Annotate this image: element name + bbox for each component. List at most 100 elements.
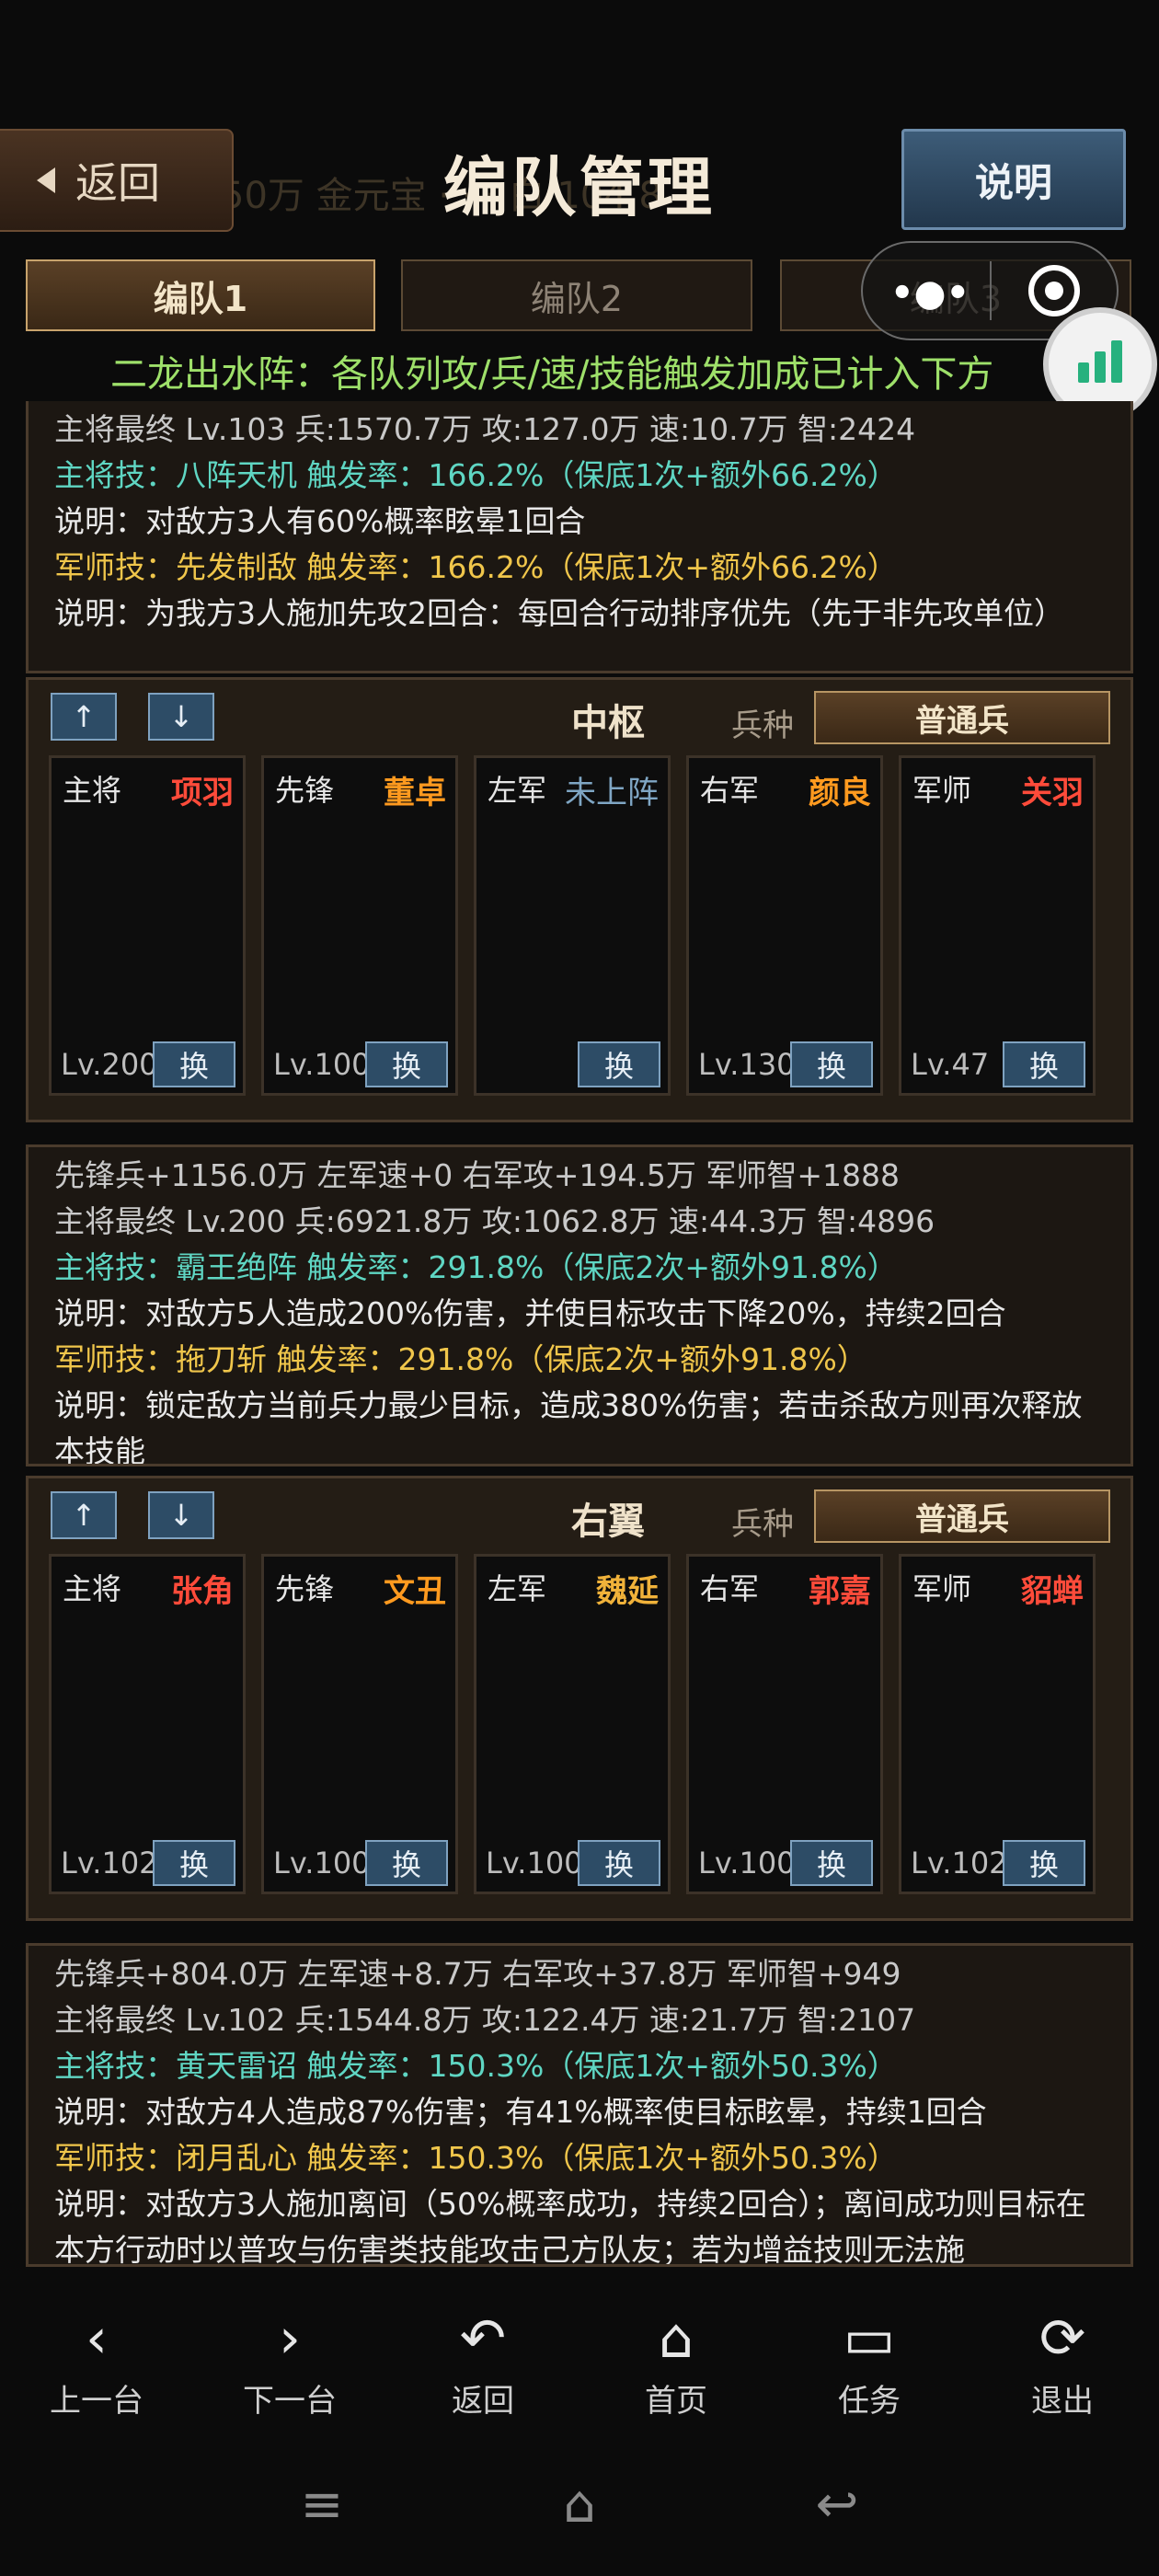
page-title: 编队管理 [443, 150, 716, 225]
general-level: Lv.102 [61, 1846, 153, 1880]
nav-label: 首页 [645, 2383, 707, 2420]
back-button[interactable]: 返回 [0, 129, 234, 232]
skill-desc-line: 说明：为我方3人施加先攻2回合：每回合行动排序优先（先于非先攻单位） [54, 595, 1064, 631]
general-slot[interactable]: 先锋 董卓 Lv.100 换 [261, 755, 458, 1096]
swap-button[interactable]: 换 [790, 1041, 873, 1087]
nav-label: 返回 [452, 2383, 514, 2420]
slot-role: 军师 [912, 773, 972, 808]
capsule-divider [990, 261, 992, 320]
general-name: 董卓 [384, 775, 446, 811]
close-target-dot [1045, 282, 1063, 300]
stat-line: 主将最终 Lv.102 兵:1544.8万 攻:122.4万 速:21.7万 智… [54, 2002, 916, 2038]
advisor-skill-line: 军师技：先发制敌 触发率：166.2%（保底1次+额外66.2%） [54, 549, 898, 585]
troop-type-button[interactable]: 普通兵 [814, 1489, 1110, 1543]
troop-type-label: 兵种 [731, 1506, 794, 1543]
general-slot[interactable]: 左军 未上阵 换 [474, 755, 671, 1096]
slot-role: 先锋 [275, 1571, 335, 1606]
nav-tasks[interactable]: ▭ 任务 [773, 2302, 966, 2440]
general-slot[interactable]: 军师 关羽 Lv.47 换 [899, 755, 1096, 1096]
system-home-icon[interactable]: ⌂ [524, 2475, 635, 2548]
advisor-skill-line: 军师技：闭月乱心 触发率：150.3%（保底1次+额外50.3%） [54, 2140, 898, 2176]
stat-line: 主将最终 Lv.103 兵:1570.7万 攻:127.0万 速:10.7万 智… [54, 411, 916, 447]
general-name: 文丑 [384, 1573, 446, 1610]
formation-banner: 二龙出水阵：各队列攻/兵/速/技能触发加成已计入下方 [110, 353, 994, 396]
tab-squad-2[interactable]: 编队2 [401, 259, 752, 331]
bonus-line: 先锋兵+1156.0万 左军速+0 右军攻+194.5万 军师智+1888 [54, 1157, 900, 1193]
stats-bar [1078, 362, 1089, 383]
main-skill-line: 主将技：黄天雷诏 触发率：150.3%（保底1次+额外50.3%） [54, 2048, 898, 2084]
move-up-button[interactable]: ↑ [51, 1491, 117, 1539]
slot-role: 右军 [700, 1571, 760, 1606]
home-icon: ⌂ [658, 2306, 694, 2371]
bonus-line: 先锋兵+804.0万 左军速+8.7万 右军攻+37.8万 军师智+949 [54, 1956, 901, 1992]
more-dots-icon[interactable]: •●• [890, 272, 973, 315]
move-up-button[interactable]: ↑ [51, 693, 117, 741]
stat-line: 主将最终 Lv.200 兵:6921.8万 攻:1062.8万 速:44.3万 … [54, 1203, 935, 1239]
skill-desc-line: 说明：对敌方3人施加离间（50%概率成功，持续2回合）；离间成功则目标在本方行动… [54, 2186, 1086, 2267]
chevron-right-icon: › [279, 2306, 301, 2371]
slot-role: 军师 [912, 1571, 972, 1606]
general-level: Lv.47 [911, 1047, 990, 1082]
general-name: 未上阵 [565, 775, 659, 811]
general-name: 郭嘉 [809, 1573, 871, 1610]
skill-desc-line: 说明：对敌方4人造成87%伤害；有41%概率使目标眩晕，持续1回合 [54, 2094, 987, 2130]
troop-type-button[interactable]: 普通兵 [814, 691, 1110, 744]
general-slot[interactable]: 先锋 文丑 Lv.100 换 [261, 1554, 458, 1894]
swap-button[interactable]: 换 [1003, 1041, 1085, 1087]
general-level: Lv.102 [911, 1846, 1003, 1880]
stats-bar [1111, 340, 1122, 383]
swap-button[interactable]: 换 [1003, 1840, 1085, 1886]
swap-button[interactable]: 换 [153, 1840, 235, 1886]
general-slot[interactable]: 主将 张角 Lv.102 换 [49, 1554, 246, 1894]
main-skill-line: 主将技：霸王绝阵 触发率：291.8%（保底2次+额外91.8%） [54, 1249, 898, 1285]
exit-icon: ⟳ [1039, 2306, 1086, 2371]
general-level: Lv.200 [61, 1047, 153, 1082]
swap-button[interactable]: 换 [365, 1041, 448, 1087]
general-slot[interactable]: 右军 颜良 Lv.130 换 [686, 755, 883, 1096]
back-button-label: 返回 [75, 158, 160, 208]
skill-desc-line: 说明：对敌方5人造成200%伤害，并使目标攻击下降20%，持续2回合 [54, 1295, 1006, 1331]
general-level: Lv.100 [486, 1846, 578, 1880]
nav-next[interactable]: › 下一台 [193, 2302, 386, 2440]
general-slot[interactable]: 军师 貂蝉 Lv.102 换 [899, 1554, 1096, 1894]
swap-button[interactable]: 换 [365, 1840, 448, 1886]
general-slot[interactable]: 右军 郭嘉 Lv.100 换 [686, 1554, 883, 1894]
squad-title: 中枢 [571, 702, 645, 744]
move-down-button[interactable]: ↓ [148, 693, 214, 741]
squad-right-wing: ↑ ↓ 右翼 兵种 普通兵 主将 张角 Lv.102 换 先锋 文丑 Lv.10… [26, 1476, 1133, 1921]
nav-label: 下一台 [243, 2383, 337, 2420]
general-level: Lv.100 [273, 1047, 365, 1082]
swap-button[interactable]: 换 [578, 1041, 660, 1087]
tab-squad-1[interactable]: 编队1 [26, 259, 375, 331]
swap-button[interactable]: 换 [153, 1041, 235, 1087]
system-menu-icon[interactable]: ≡ [267, 2475, 377, 2548]
advisor-skill-line: 军师技：拖刀斩 触发率：291.8%（保底2次+额外91.8%） [54, 1341, 867, 1377]
nav-exit[interactable]: ⟳ 退出 [966, 2302, 1159, 2440]
slot-role: 先锋 [275, 773, 335, 808]
nav-label: 任务 [838, 2383, 901, 2420]
squad-stats-panel-top: 主将最终 Lv.103 兵:1570.7万 攻:127.0万 速:10.7万 智… [26, 401, 1133, 673]
system-back-icon[interactable]: ↩ [782, 2475, 892, 2548]
general-name: 貂蝉 [1021, 1573, 1084, 1610]
nav-label: 上一台 [50, 2383, 143, 2420]
nav-label: 退出 [1031, 2383, 1094, 2420]
help-button[interactable]: 说明 [901, 129, 1126, 230]
general-name: 关羽 [1021, 775, 1084, 811]
troop-type-label: 兵种 [731, 707, 794, 744]
nav-prev[interactable]: ‹ 上一台 [0, 2302, 193, 2440]
swap-button[interactable]: 换 [578, 1840, 660, 1886]
slot-role: 左军 [488, 1571, 547, 1606]
general-slot[interactable]: 主将 项羽 Lv.200 换 [49, 755, 246, 1096]
general-slot[interactable]: 左军 魏延 Lv.100 换 [474, 1554, 671, 1894]
slot-role: 右军 [700, 773, 760, 808]
swap-button[interactable]: 换 [790, 1840, 873, 1886]
move-down-button[interactable]: ↓ [148, 1491, 214, 1539]
skill-desc-line: 说明：锁定敌方当前兵力最少目标，造成380%伤害；若击杀敌方则再次释放本技能 [54, 1387, 1083, 1466]
nav-home[interactable]: ⌂ 首页 [580, 2302, 773, 2440]
general-name: 项羽 [171, 775, 234, 811]
slot-role: 主将 [63, 773, 122, 808]
squad-stats-panel-bottom: 先锋兵+804.0万 左军速+8.7万 右军攻+37.8万 军师智+949 主将… [26, 1943, 1133, 2267]
nav-back[interactable]: ↶ 返回 [386, 2302, 580, 2440]
back-arrow-icon [37, 167, 55, 193]
slot-role: 主将 [63, 1571, 122, 1606]
